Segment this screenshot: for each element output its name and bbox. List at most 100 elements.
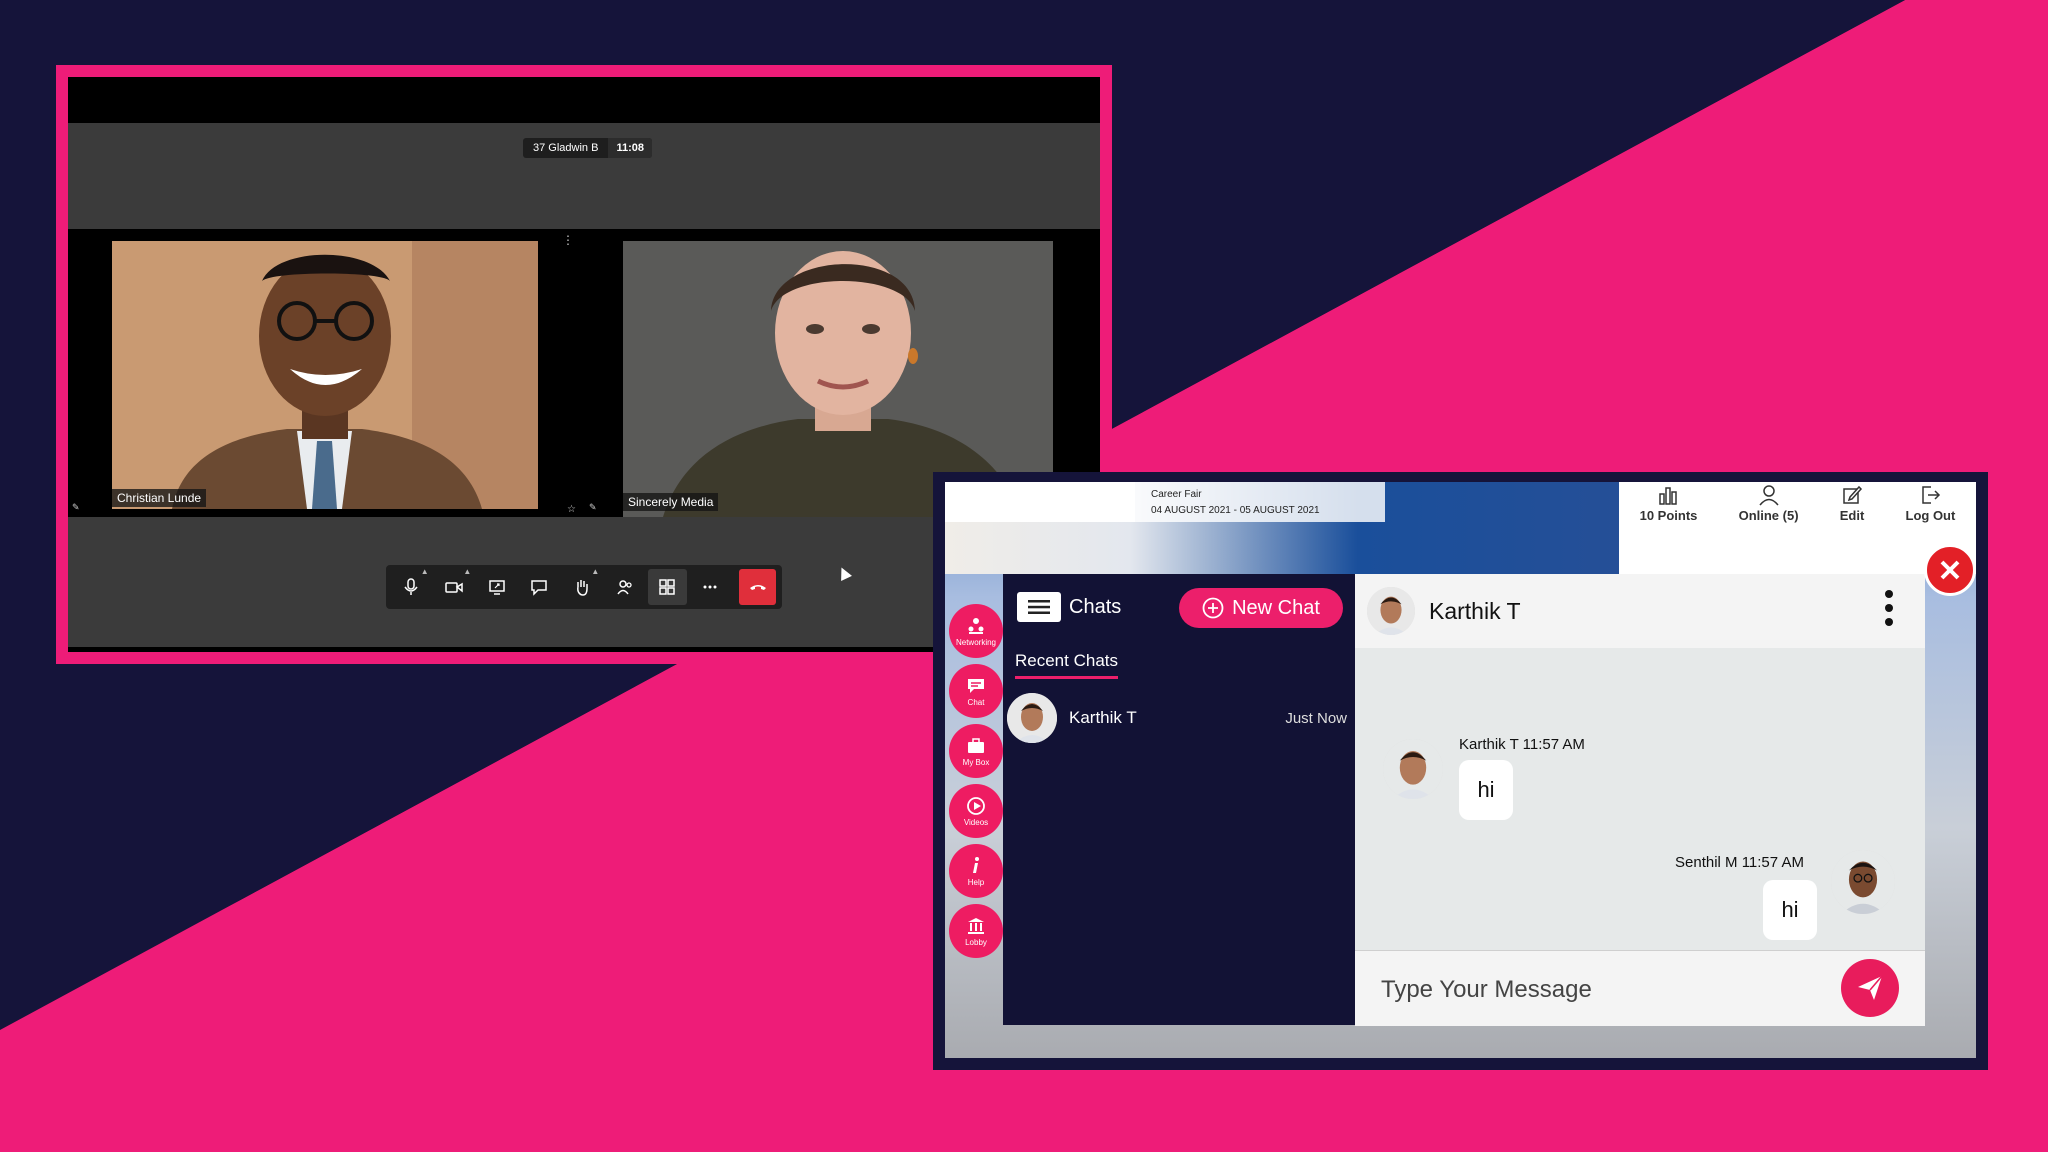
chat-icon bbox=[531, 580, 548, 596]
close-button[interactable] bbox=[1924, 544, 1976, 596]
nav-networking-label: Networking bbox=[955, 637, 996, 647]
chats-panel: Chats New Chat Recent Chats Karthik T Ju… bbox=[1003, 574, 1355, 1025]
recent-chats-tab[interactable]: Recent Chats bbox=[1015, 651, 1118, 679]
event-dates: 04 AUGUST 2021 - 05 AUGUST 2021 bbox=[1151, 505, 1320, 516]
participant-video bbox=[112, 241, 538, 509]
participants-button[interactable] bbox=[605, 569, 644, 605]
online-users-button[interactable]: Online (5) bbox=[1739, 484, 1799, 574]
close-icon bbox=[1940, 560, 1960, 580]
avatar bbox=[1007, 693, 1057, 743]
points-button[interactable]: 10 Points bbox=[1639, 484, 1698, 574]
chat-icon bbox=[968, 678, 984, 693]
grid-view-icon bbox=[659, 579, 676, 595]
edit-button[interactable]: Edit bbox=[1839, 484, 1865, 574]
chat-button[interactable] bbox=[520, 569, 559, 605]
camera-icon bbox=[445, 582, 463, 593]
share-screen-icon bbox=[488, 580, 505, 595]
plus-circle-icon bbox=[1202, 597, 1224, 619]
mic-muted-icon: ✎ bbox=[589, 502, 597, 512]
nav-help-label: Help bbox=[967, 877, 985, 887]
message-input-bar bbox=[1355, 950, 1925, 1026]
networking-icon bbox=[968, 617, 984, 634]
nav-my-box[interactable]: My Box bbox=[949, 724, 1003, 778]
mic-muted-icon: ✎ bbox=[72, 502, 80, 512]
nav-lobby[interactable]: Lobby bbox=[949, 904, 1003, 958]
nav-videos[interactable]: Videos bbox=[949, 784, 1003, 838]
logout-icon bbox=[1922, 486, 1941, 504]
participant-tile[interactable]: Christian Lunde ⋮ ✎ ☆ bbox=[68, 229, 580, 517]
meeting-info-pill: 37 Gladwin B 11:08 bbox=[523, 138, 652, 158]
event-info: Career Fair 04 AUGUST 2021 - 05 AUGUST 2… bbox=[1135, 482, 1385, 522]
raise-hand-button[interactable]: ▲ bbox=[563, 567, 602, 605]
nav-chat[interactable]: Chat bbox=[949, 664, 1003, 718]
logo-area bbox=[945, 482, 1135, 522]
edit-icon bbox=[1843, 485, 1863, 504]
camera-button[interactable]: ▲ bbox=[435, 567, 474, 605]
message-bubble: hi bbox=[1459, 760, 1513, 820]
hang-up-icon bbox=[749, 585, 766, 590]
top-menu: 10 Points Online (5) Edit Log Out bbox=[1619, 482, 1976, 574]
message-meta: Karthik T 11:57 AM bbox=[1459, 736, 1585, 753]
nav-help[interactable]: Help bbox=[949, 844, 1003, 898]
more-icon bbox=[703, 585, 717, 589]
send-button[interactable] bbox=[1841, 959, 1899, 1017]
avatar bbox=[1367, 587, 1415, 635]
new-chat-button[interactable]: New Chat bbox=[1179, 588, 1343, 628]
online-label: Online (5) bbox=[1738, 508, 1799, 523]
pin-icon[interactable]: ☆ bbox=[567, 504, 576, 515]
call-toolbar: ▲ ▲ ▲ bbox=[386, 565, 782, 609]
hang-up-button[interactable] bbox=[739, 569, 776, 605]
more-button[interactable] bbox=[691, 569, 730, 605]
bar-chart-icon bbox=[1659, 487, 1678, 505]
menu-icon bbox=[1028, 600, 1050, 614]
new-chat-label: New Chat bbox=[1232, 596, 1320, 619]
participant-name-tag: Sincerely Media bbox=[623, 493, 719, 511]
meeting-time: 11:08 bbox=[608, 138, 652, 158]
avatar bbox=[1831, 850, 1895, 914]
send-icon bbox=[1858, 975, 1883, 1000]
edit-label: Edit bbox=[1839, 508, 1865, 523]
nav-my-box-label: My Box bbox=[962, 757, 990, 767]
share-screen-button[interactable] bbox=[477, 569, 516, 605]
chat-app-window: Career Fair 04 AUGUST 2021 - 05 AUGUST 2… bbox=[933, 472, 1988, 1070]
more-options-icon[interactable] bbox=[1885, 590, 1893, 626]
briefcase-icon bbox=[968, 737, 984, 753]
caret-up-icon[interactable]: ▲ bbox=[463, 567, 471, 576]
conversation-contact-name: Karthik T bbox=[1429, 597, 1521, 624]
message-bubble: hi bbox=[1763, 880, 1817, 940]
chat-app-screen: Career Fair 04 AUGUST 2021 - 05 AUGUST 2… bbox=[945, 482, 1976, 1058]
nav-networking[interactable]: Networking bbox=[949, 604, 1003, 658]
grid-view-button[interactable] bbox=[647, 569, 687, 605]
message-input[interactable] bbox=[1379, 969, 1823, 1011]
info-icon bbox=[973, 856, 979, 873]
conversation-header: Karthik T bbox=[1355, 574, 1925, 648]
chats-header: Chats bbox=[1017, 592, 1121, 622]
participant-name-tag: Christian Lunde bbox=[112, 489, 207, 507]
chat-time: Just Now bbox=[1285, 709, 1347, 727]
chat-contact-name: Karthik T bbox=[1069, 708, 1137, 727]
mic-icon bbox=[404, 578, 418, 595]
more-options-icon[interactable]: ⋮ bbox=[562, 233, 574, 247]
mic-button[interactable]: ▲ bbox=[392, 567, 431, 605]
chats-title: Chats bbox=[1069, 595, 1122, 618]
nav-chat-label: Chat bbox=[967, 697, 985, 707]
points-label: 10 Points bbox=[1639, 508, 1698, 523]
play-icon bbox=[967, 796, 985, 815]
side-nav: Networking Chat My Box Videos Help Lobby bbox=[949, 604, 1003, 964]
raise-hand-icon bbox=[577, 580, 588, 596]
nav-lobby-label: Lobby bbox=[965, 937, 987, 947]
caret-up-icon[interactable]: ▲ bbox=[591, 567, 599, 576]
message-meta: Senthil M 11:57 AM bbox=[1675, 854, 1804, 871]
chats-menu-button[interactable] bbox=[1017, 592, 1061, 622]
recent-chat-item[interactable]: Karthik T Just Now bbox=[1007, 692, 1347, 744]
participants-icon bbox=[616, 580, 632, 595]
conversation-panel: Karthik T Karthik T 11:57 AM hi Senthil … bbox=[1355, 574, 1925, 1026]
lobby-icon bbox=[968, 917, 984, 934]
user-icon bbox=[1758, 485, 1779, 506]
nav-videos-label: Videos bbox=[963, 817, 989, 827]
caret-up-icon[interactable]: ▲ bbox=[421, 567, 429, 576]
event-title: Career Fair bbox=[1151, 489, 1202, 500]
logout-label: Log Out bbox=[1905, 508, 1956, 523]
meeting-name: 37 Gladwin B bbox=[533, 142, 599, 154]
avatar bbox=[1383, 739, 1443, 799]
